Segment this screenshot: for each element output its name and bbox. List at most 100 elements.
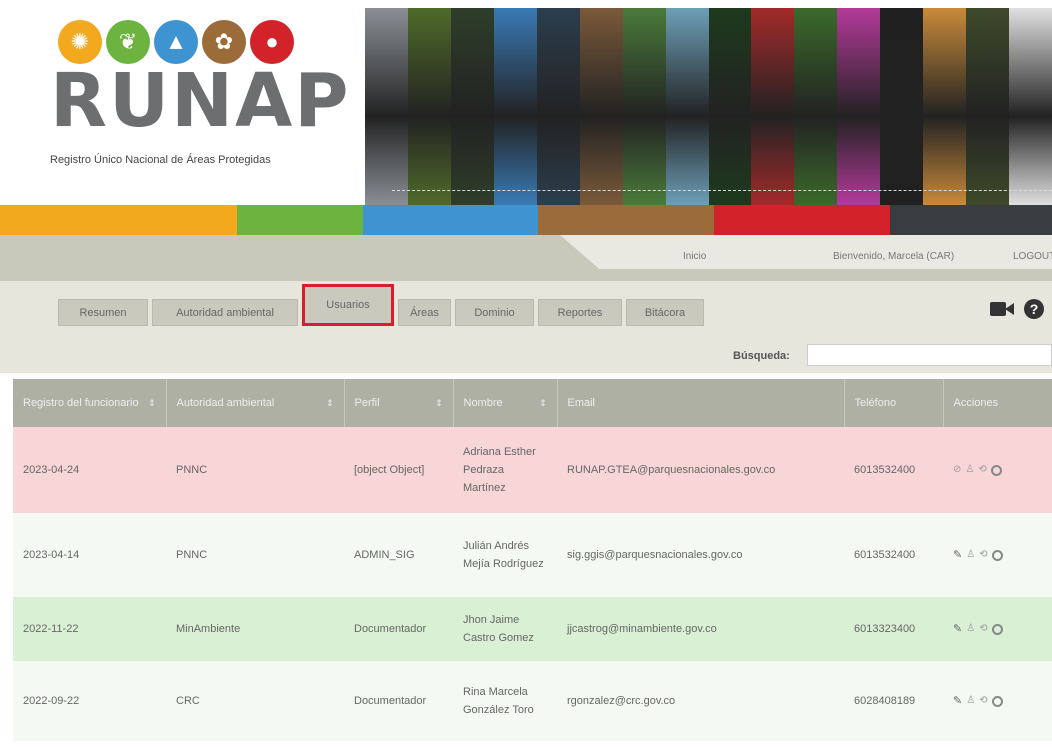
cell-date: 2022-09-22 <box>13 661 166 741</box>
nav-panel <box>560 235 1052 269</box>
col-header-acciones: Acciones <box>943 379 1052 427</box>
col-header-registro[interactable]: ⇕ Registro del funcionario <box>13 379 167 427</box>
sort-icon: ⇕ <box>538 398 547 408</box>
col-header-nombre[interactable]: ⇕ Nombre <box>453 379 558 427</box>
logo-subtitle: Registro Único Nacional de Áreas Protegi… <box>50 154 271 166</box>
tab-areas[interactable]: Áreas <box>398 299 451 326</box>
cell-authority: PNNC <box>166 513 344 597</box>
users-table: ⇕ Registro del funcionario ⇕ Autoridad amb… <box>13 379 1052 741</box>
cell-date: 2023-04-14 <box>13 513 166 597</box>
banner-photo-strip <box>579 8 623 205</box>
cell-name: Rina Marcela González Toro <box>453 661 557 741</box>
sort-icon: ⇕ <box>147 398 156 408</box>
color-bar-segment <box>890 205 1052 235</box>
sort-icon: ⇕ <box>325 398 334 408</box>
col-header-autoridad[interactable]: ⇕ Autoridad ambiental <box>166 379 345 427</box>
col-header-telefono[interactable]: Teléfono <box>844 379 944 427</box>
cell-name: Adriana Esther Pedraza Martínez <box>453 427 557 513</box>
cell-actions: ✎ ♙ ⟲ <box>943 597 1052 661</box>
tab-usuarios[interactable]: Usuarios <box>302 284 394 326</box>
cell-profile: ADMIN_SIG <box>344 513 453 597</box>
toolbar-icons: ? <box>990 299 1044 319</box>
table-row[interactable]: 2022-11-22 MinAmbiente Documentador Jhon… <box>13 597 1052 661</box>
table-row[interactable]: 2022-09-22 CRC Documentador Rina Marcela… <box>13 661 1052 741</box>
edit-icon[interactable]: ✎ <box>953 546 962 564</box>
delete-icon[interactable] <box>990 464 1002 476</box>
cell-phone: 6013532400 <box>844 513 943 597</box>
banner-photo-strip <box>536 8 580 205</box>
cell-email: jjcastrog@minambiente.gov.co <box>557 597 844 661</box>
tab-area: Resumen Autoridad ambiental Usuarios Áre… <box>0 281 1052 373</box>
col-header-perfil[interactable]: ⇕ Perfil <box>344 379 454 427</box>
logout-link[interactable]: LOGOUT <box>1013 251 1052 262</box>
cell-profile: [object Object] <box>344 427 453 513</box>
color-bar-segment <box>237 205 363 235</box>
logo-word: RUNAP <box>50 58 351 144</box>
banner-photo-strip <box>794 8 838 205</box>
banner-photo-strip <box>365 8 408 205</box>
link-icon[interactable]: ⟲ <box>979 620 987 638</box>
cell-date: 2023-04-24 <box>13 427 166 513</box>
table-row[interactable]: 2023-04-24 PNNC [object Object] Adriana … <box>13 427 1052 513</box>
search-label: Búsqueda: <box>733 350 790 362</box>
color-bar-segment <box>714 205 890 235</box>
edit-icon[interactable]: ✎ <box>953 692 962 710</box>
banner-photo-strip <box>837 8 881 205</box>
banner-photo-strip <box>966 8 1010 205</box>
user-icon[interactable]: ♙ <box>966 546 975 564</box>
video-camera-icon[interactable] <box>990 300 1016 318</box>
nav-home-link[interactable]: Inicio <box>683 251 706 262</box>
table-row[interactable]: 2023-04-14 PNNC ADMIN_SIG Julián Andrés … <box>13 513 1052 597</box>
cell-date: 2022-11-22 <box>13 597 166 661</box>
delete-icon[interactable] <box>991 623 1003 635</box>
color-bar-segment <box>0 205 237 235</box>
color-bar-segment <box>363 205 538 235</box>
cell-phone: 6028408189 <box>844 661 943 741</box>
banner-photo-strip <box>880 8 924 205</box>
cell-email: sig.ggis@parquesnacionales.gov.co <box>557 513 844 597</box>
link-icon[interactable]: ⟲ <box>979 546 987 564</box>
sort-icon: ⇕ <box>434 398 443 408</box>
disable-icon[interactable]: ⊘ <box>953 461 961 479</box>
banner-divider <box>392 190 1052 191</box>
welcome-text: Bienvenido, Marcela (CAR) <box>833 251 955 262</box>
cell-name: Julián Andrés Mejía Rodríguez <box>453 513 557 597</box>
user-icon[interactable]: ♙ <box>966 692 975 710</box>
cell-authority: CRC <box>166 661 344 741</box>
link-icon[interactable]: ⟲ <box>978 461 986 479</box>
delete-icon[interactable] <box>991 549 1003 561</box>
cell-actions: ✎ ♙ ⟲ <box>943 661 1052 741</box>
top-nav: Inicio Bienvenido, Marcela (CAR) LOGOUT <box>0 235 1052 281</box>
tab-resumen[interactable]: Resumen <box>58 299 148 326</box>
cell-actions: ✎ ♙ ⟲ <box>943 513 1052 597</box>
edit-icon[interactable]: ✎ <box>953 620 962 638</box>
banner-photo-strip <box>450 8 494 205</box>
banner-photo-strip <box>665 8 709 205</box>
banner-photo-strip <box>708 8 752 205</box>
header: ✺ ❦ ▲ ✿ ● RUNAP Registro Único Nacional … <box>0 0 1052 205</box>
tab-dominio[interactable]: Dominio <box>455 299 534 326</box>
user-icon[interactable]: ♙ <box>966 620 975 638</box>
tab-bitacora[interactable]: Bitácora <box>626 299 704 326</box>
help-icon[interactable]: ? <box>1024 299 1044 319</box>
banner-photo-strip <box>923 8 967 205</box>
cell-phone: 6013532400 <box>844 427 943 513</box>
tab-autoridad-ambiental[interactable]: Autoridad ambiental <box>152 299 298 326</box>
delete-icon[interactable] <box>991 695 1003 707</box>
cell-phone: 6013323400 <box>844 597 943 661</box>
cell-email: rgonzalez@crc.gov.co <box>557 661 844 741</box>
cell-authority: MinAmbiente <box>166 597 344 661</box>
cell-profile: Documentador <box>344 661 453 741</box>
tab-reportes[interactable]: Reportes <box>538 299 622 326</box>
color-bar-segment <box>538 205 714 235</box>
runap-logo[interactable]: ✺ ❦ ▲ ✿ ● RUNAP Registro Único Nacional … <box>40 20 349 180</box>
banner-photo-strip <box>1009 8 1052 205</box>
user-icon[interactable]: ♙ <box>965 461 974 479</box>
color-bar <box>0 205 1052 235</box>
banner-photo-strip <box>493 8 537 205</box>
table-header-row: ⇕ Registro del funcionario ⇕ Autoridad amb… <box>13 379 1052 427</box>
col-header-email[interactable]: Email <box>557 379 845 427</box>
link-icon[interactable]: ⟲ <box>979 692 987 710</box>
banner-photo-strip <box>407 8 451 205</box>
search-input[interactable] <box>807 344 1052 366</box>
